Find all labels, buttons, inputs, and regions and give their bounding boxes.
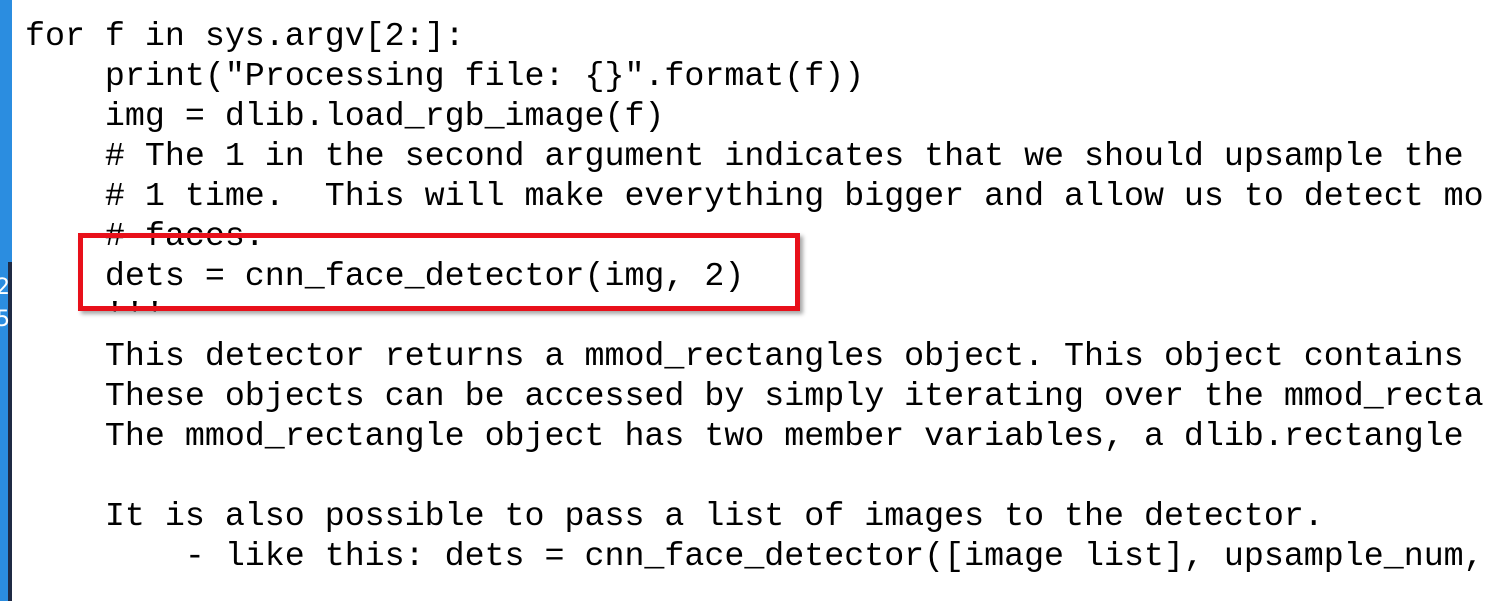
highlight-box — [78, 233, 800, 311]
code-line: print("Processing file: {}".format(f)) — [25, 57, 865, 95]
code-line: These objects can be accessed by simply … — [25, 377, 1484, 415]
code-line: for f in sys.argv[2:]: — [25, 17, 465, 55]
edge-char: 2 — [0, 275, 10, 300]
edge-char: 5 — [0, 307, 10, 332]
background-window-text: 25 — [0, 272, 10, 336]
code-line: # The 1 in the second argument indicates… — [25, 137, 1464, 175]
code-line: This detector returns a mmod_rectangles … — [25, 337, 1464, 375]
code-line: img = dlib.load_rgb_image(f) — [25, 97, 665, 135]
code-line: # 1 time. This will make everything bigg… — [25, 177, 1484, 215]
code-line: The mmod_rectangle object has two member… — [25, 417, 1464, 455]
code-line: - like this: dets = cnn_face_detector([i… — [25, 537, 1484, 575]
code-line: It is also possible to pass a list of im… — [25, 497, 1324, 535]
